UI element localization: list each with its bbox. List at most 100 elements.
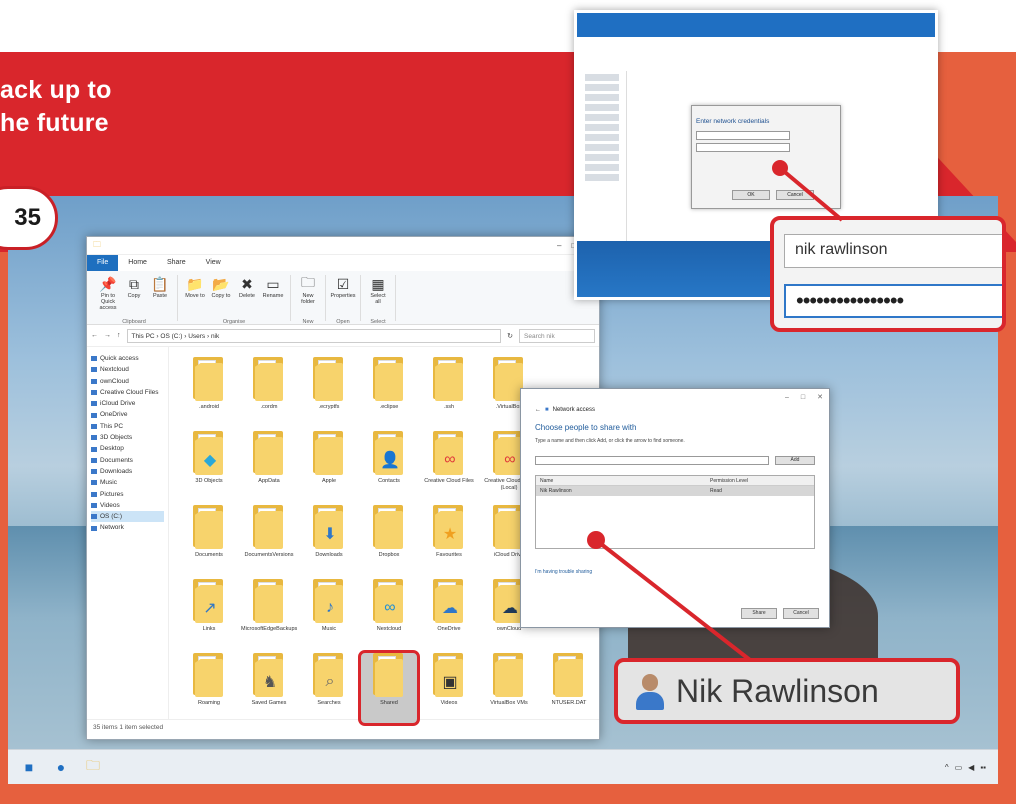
sidebar-item[interactable]: 3D Objects [91,432,164,443]
folder-item[interactable]: .ecryptfs [299,355,359,429]
sidebar-item[interactable]: Documents [91,455,164,466]
folder-item[interactable]: ★ Favourites [419,503,479,577]
sidebar-item[interactable]: This PC [91,421,164,432]
folder-item[interactable]: Shared [358,650,420,726]
share-button[interactable]: Share [741,608,777,619]
edge-icon[interactable]: ● [50,756,72,778]
back-arrow-icon[interactable]: ← [91,332,98,339]
sidebar-item[interactable]: Nextcloud [91,364,164,375]
cancel-button[interactable]: Cancel [783,608,819,619]
sidebar-item[interactable]: OneDrive [91,409,164,420]
sidebar-item[interactable]: OS (C:) [91,511,164,523]
person-icon [634,672,664,710]
ribbon-button[interactable]: 📁 Move to [184,275,206,321]
folder-item[interactable]: VirtualBox VMs [479,651,539,725]
sidebar-item[interactable]: Network [91,522,164,533]
folder-item[interactable]: .eclipse [359,355,419,429]
folder-item[interactable]: Roaming [179,651,239,725]
sidebar-item[interactable]: iCloud Drive [91,398,164,409]
folder-item[interactable]: ♞ Saved Games [239,651,299,725]
tab-view[interactable]: View [196,255,231,271]
username-field[interactable] [696,131,790,140]
username-zoom-field[interactable]: nik rawlinson [784,234,1002,268]
password-field[interactable] [696,143,790,152]
ribbon-button[interactable]: ⧉ Copy [123,275,145,321]
address-bar[interactable]: This PC › OS (C:) › Users › nik [126,328,502,343]
ribbon-button[interactable]: 📌 Pin to Quick access [97,275,119,321]
maximize-icon[interactable]: □ [801,394,805,401]
folder-item[interactable]: MicrosoftEdgeBackups [239,577,299,651]
ribbon-button[interactable]: ▭ Rename [262,275,284,321]
folder-item[interactable]: .cordm [239,355,299,429]
ribbon-group: 🗀 New folder New [291,274,326,325]
tab-home[interactable]: Home [118,255,157,271]
ok-button[interactable]: OK [732,190,770,200]
folder-label: Links [202,626,216,632]
folder-icon [491,653,527,697]
cancel-button[interactable]: Cancel [776,190,814,200]
folder-item[interactable]: DocumentsVersions [239,503,299,577]
back-arrow-icon[interactable]: ← [535,407,541,413]
sidebar-item[interactable]: Pictures [91,489,164,500]
folder-item[interactable]: Documents [179,503,239,577]
sidebar-item[interactable]: Creative Cloud Files [91,387,164,398]
folder-item[interactable]: ♪ Music [299,577,359,651]
folder-label: .eclipse [379,404,399,410]
tab-share[interactable]: Share [157,255,196,271]
close-icon[interactable]: ✕ [817,393,823,401]
sidebar-item[interactable]: Music [91,477,164,488]
sidebar-item[interactable]: Videos [91,500,164,511]
up-arrow-icon[interactable]: ↑ [117,332,121,339]
ribbon-button[interactable]: 🗀 New folder [297,274,319,321]
refresh-icon[interactable]: ↻ [507,332,513,340]
help-link[interactable]: I'm having trouble sharing [521,549,829,575]
share-description: Type a name and then click Add, or click… [535,438,685,444]
folder-item[interactable]: ◆ 3D Objects [179,429,239,503]
ribbon-button[interactable]: 📋 Paste [149,275,171,321]
folder-item[interactable]: ↗ Links [179,577,239,651]
ribbon-button[interactable]: ✖ Delete [236,275,258,321]
folder-item[interactable]: ⬇ Downloads [299,503,359,577]
sidebar-item[interactable]: Quick access [91,353,164,364]
ribbon-button[interactable]: ▦ Select all [367,275,389,321]
folder-item[interactable]: Apple [299,429,359,503]
folder-item[interactable]: NTUSER.DAT [539,651,599,725]
folder-item[interactable]: .android [179,355,239,429]
sidebar-item[interactable]: Desktop [91,443,164,454]
clock-icon[interactable]: ▪▪ [980,763,986,772]
folder-item[interactable]: ∞ Nextcloud [359,577,419,651]
folder-item[interactable]: 👤 Contacts [359,429,419,503]
folder-item[interactable]: ⌕ Searches [299,651,359,725]
sidebar-item-label: OS (C:) [100,513,123,521]
row-permission[interactable]: Read [706,486,722,496]
folder-overlay-icon: ▣ [442,674,458,691]
sidebar-item[interactable]: Downloads [91,466,164,477]
ribbon-button[interactable]: ☑ Properties [330,275,355,321]
network-icon[interactable]: ▭ [955,763,963,772]
forward-arrow-icon[interactable]: → [104,332,111,339]
sidebar-item[interactable]: ownCloud [91,376,164,387]
sidebar-item-label: Music [100,479,117,487]
tab-file[interactable]: File [87,255,119,271]
search-input[interactable]: Search nik [519,328,595,343]
folder-item[interactable]: AppData [239,429,299,503]
start-icon[interactable]: ■ [18,756,40,778]
folder-item[interactable]: .ssh [419,355,479,429]
ribbon-button-label: Rename [262,293,284,299]
tray-chevron-icon[interactable]: ^ [945,763,949,772]
password-zoom-field[interactable]: •••••••••••••••• [784,284,1002,318]
folder-item[interactable]: ☁ OneDrive [419,577,479,651]
folder-item[interactable]: ▣ Videos [419,651,479,725]
folder-item[interactable]: Dropbox [359,503,419,577]
ribbon-button[interactable]: 📂 Copy to [210,275,232,321]
share-name-input[interactable] [535,456,769,465]
table-row[interactable]: Nik Rawlinson Read [536,486,814,496]
explorer-taskbar-icon[interactable]: 🗀 [82,756,104,778]
minimize-icon[interactable]: – [557,241,561,250]
folder-item[interactable]: ∞ Creative Cloud Files [419,429,479,503]
volume-icon[interactable]: ◀ [968,763,974,772]
nav-item-icon [91,446,97,452]
folder-label: DocumentsVersions [244,552,294,558]
minimize-icon[interactable]: – [785,394,789,401]
add-button[interactable]: Add [775,456,815,465]
